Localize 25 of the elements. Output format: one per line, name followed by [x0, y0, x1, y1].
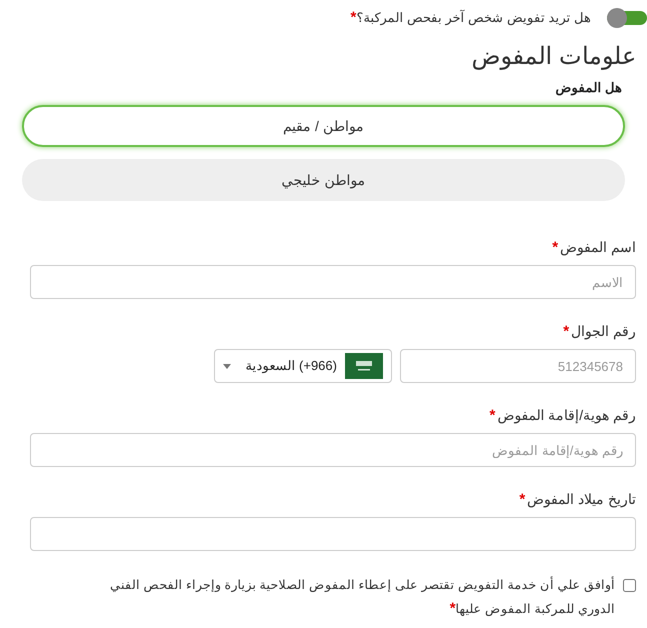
field-label: اسم المفوض	[560, 238, 636, 258]
required-mark: *	[489, 408, 496, 422]
field-label: رقم هوية/إقامة المفوض	[497, 406, 636, 426]
toggle-switch[interactable]	[607, 10, 647, 25]
option-button[interactable]: مواطن خليجي	[22, 159, 625, 201]
question-label: هل المفوض	[555, 78, 622, 97]
input-field[interactable]: رقم هوية/إقامة المفوض	[30, 433, 636, 467]
agreement-text: أوافق علي أن خدمة التفويض تقتصر على إعطاء المفوض الصلاحية بزيارة وإجراء الفحص الفني الدوري للمركبة المفوض عليها*	[108, 575, 615, 619]
field-label: رقم الجوال	[571, 322, 636, 342]
required-mark: *	[450, 600, 456, 617]
phone-field[interactable]: 512345678	[400, 349, 636, 383]
option-button[interactable]: مواطن / مقيم	[22, 105, 625, 147]
input-field[interactable]	[30, 517, 636, 551]
input-field[interactable]: الاسم	[30, 265, 636, 299]
section-title: علومات المفوض	[471, 42, 636, 72]
field-label: تاريخ ميلاد المفوض	[527, 490, 636, 510]
country-select[interactable]: (966+) السعودية	[214, 349, 392, 383]
agreement-checkbox[interactable]	[623, 579, 636, 592]
required-mark: *	[552, 240, 558, 254]
required-mark: *	[350, 10, 356, 26]
flag-icon	[345, 353, 383, 379]
toggle-label: هل تريد تفويض شخص آخر بفحص المركبة؟	[356, 8, 591, 28]
required-mark: *	[563, 324, 570, 338]
caret-icon	[223, 364, 231, 368]
required-mark: *	[519, 492, 526, 506]
